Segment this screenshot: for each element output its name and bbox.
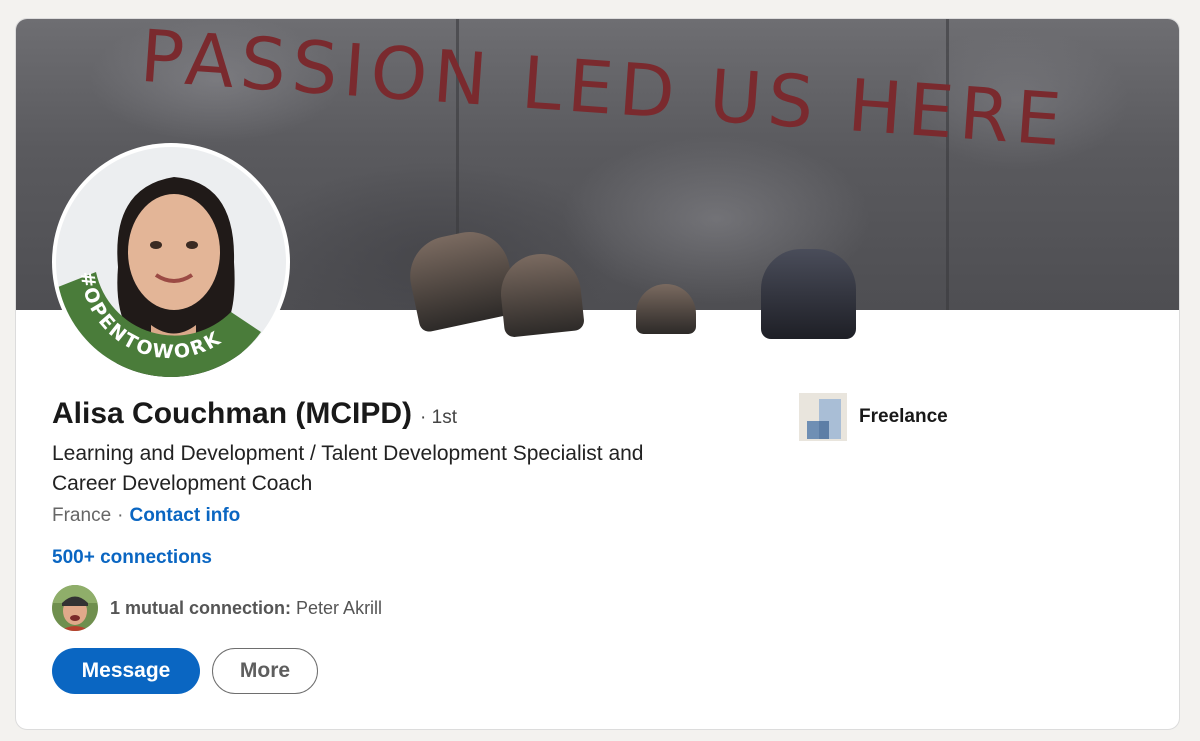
banner-text: PASSION LED US HERE [138, 19, 1070, 162]
more-button[interactable]: More [212, 648, 318, 694]
location: France [52, 505, 112, 526]
connections-link[interactable]: 500+ connections [52, 547, 212, 569]
contact-info-link[interactable]: Contact info [129, 505, 240, 527]
message-button[interactable]: Message [52, 648, 200, 694]
avatar: #OPENTOWORK [56, 147, 286, 377]
company-logo-icon [799, 393, 847, 441]
profile-name: Alisa Couchman (MCIPD) [52, 397, 413, 430]
profile-headline: Learning and Development / Talent Develo… [52, 439, 772, 499]
name-line: Alisa Couchman (MCIPD) · 1st [52, 397, 457, 431]
shoe [761, 249, 856, 339]
headline-line-2: Career Development Coach [52, 472, 313, 495]
profile-photo[interactable]: #OPENTOWORK [52, 143, 290, 381]
current-company[interactable]: Freelance [799, 393, 948, 441]
profile-card: PASSION LED US HERE #OPENTOWORK Alisa Co… [15, 18, 1180, 730]
mutual-connections[interactable]: 1 mutual connection: Peter Akrill [52, 585, 382, 631]
profile-actions: Message More [52, 648, 318, 694]
headline-line-1: Learning and Development / Talent Develo… [52, 442, 644, 465]
mutual-name: Peter Akrill [296, 597, 383, 618]
mutual-count: 1 mutual connection: [110, 597, 292, 618]
separator: · [117, 505, 124, 526]
connection-degree: · 1st [420, 407, 457, 428]
mutual-avatar [52, 585, 98, 631]
company-name: Freelance [859, 406, 948, 427]
mutual-connection-text: 1 mutual connection: Peter Akrill [110, 598, 382, 619]
location-line: France · Contact info [52, 505, 240, 527]
